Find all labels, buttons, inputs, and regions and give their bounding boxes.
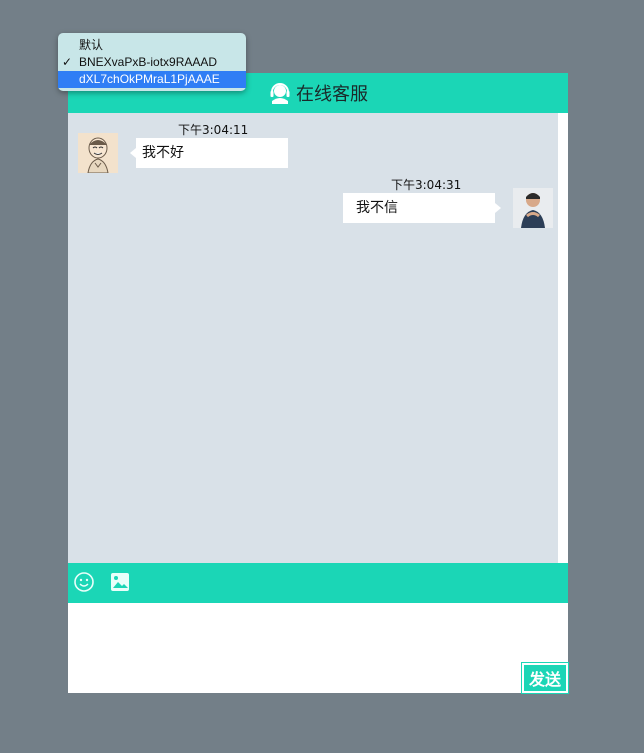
message-input-area: [68, 603, 568, 693]
message-input[interactable]: [68, 603, 568, 693]
dropdown-option-session-1[interactable]: ✓ BNEXvaPxB-iotx9RAAAD: [58, 54, 246, 71]
dropdown-option-session-2[interactable]: dXL7chOkPMraL1PjAAAE: [58, 71, 246, 88]
dropdown-option-default[interactable]: 默认: [58, 37, 246, 54]
user-photo-avatar[interactable]: [513, 188, 553, 228]
cartoon-avatar[interactable]: [78, 133, 118, 173]
message-timestamp: 下午3:04:31: [391, 178, 462, 192]
send-button[interactable]: 发送: [521, 662, 569, 694]
chat-window: 在线客服 下午3:04:11 我不好 下午3:04:31 我不信: [68, 73, 568, 693]
message-timestamp: 下午3:04:11: [178, 123, 249, 137]
headset-icon: [270, 83, 290, 104]
image-icon[interactable]: [109, 571, 131, 593]
chat-toolbar: [68, 563, 568, 603]
session-dropdown-menu: 默认 ✓ BNEXvaPxB-iotx9RAAAD dXL7chOkPMraL1…: [58, 33, 246, 91]
smiley-icon[interactable]: [73, 571, 95, 593]
message-bubble: 我不信: [343, 193, 501, 223]
message-list[interactable]: 下午3:04:11 我不好 下午3:04:31 我不信: [68, 113, 554, 563]
checkmark-icon: ✓: [62, 55, 73, 69]
message-bubble: 我不好: [130, 138, 288, 168]
chat-title: 在线客服: [296, 84, 368, 105]
scrollbar[interactable]: [554, 113, 568, 563]
